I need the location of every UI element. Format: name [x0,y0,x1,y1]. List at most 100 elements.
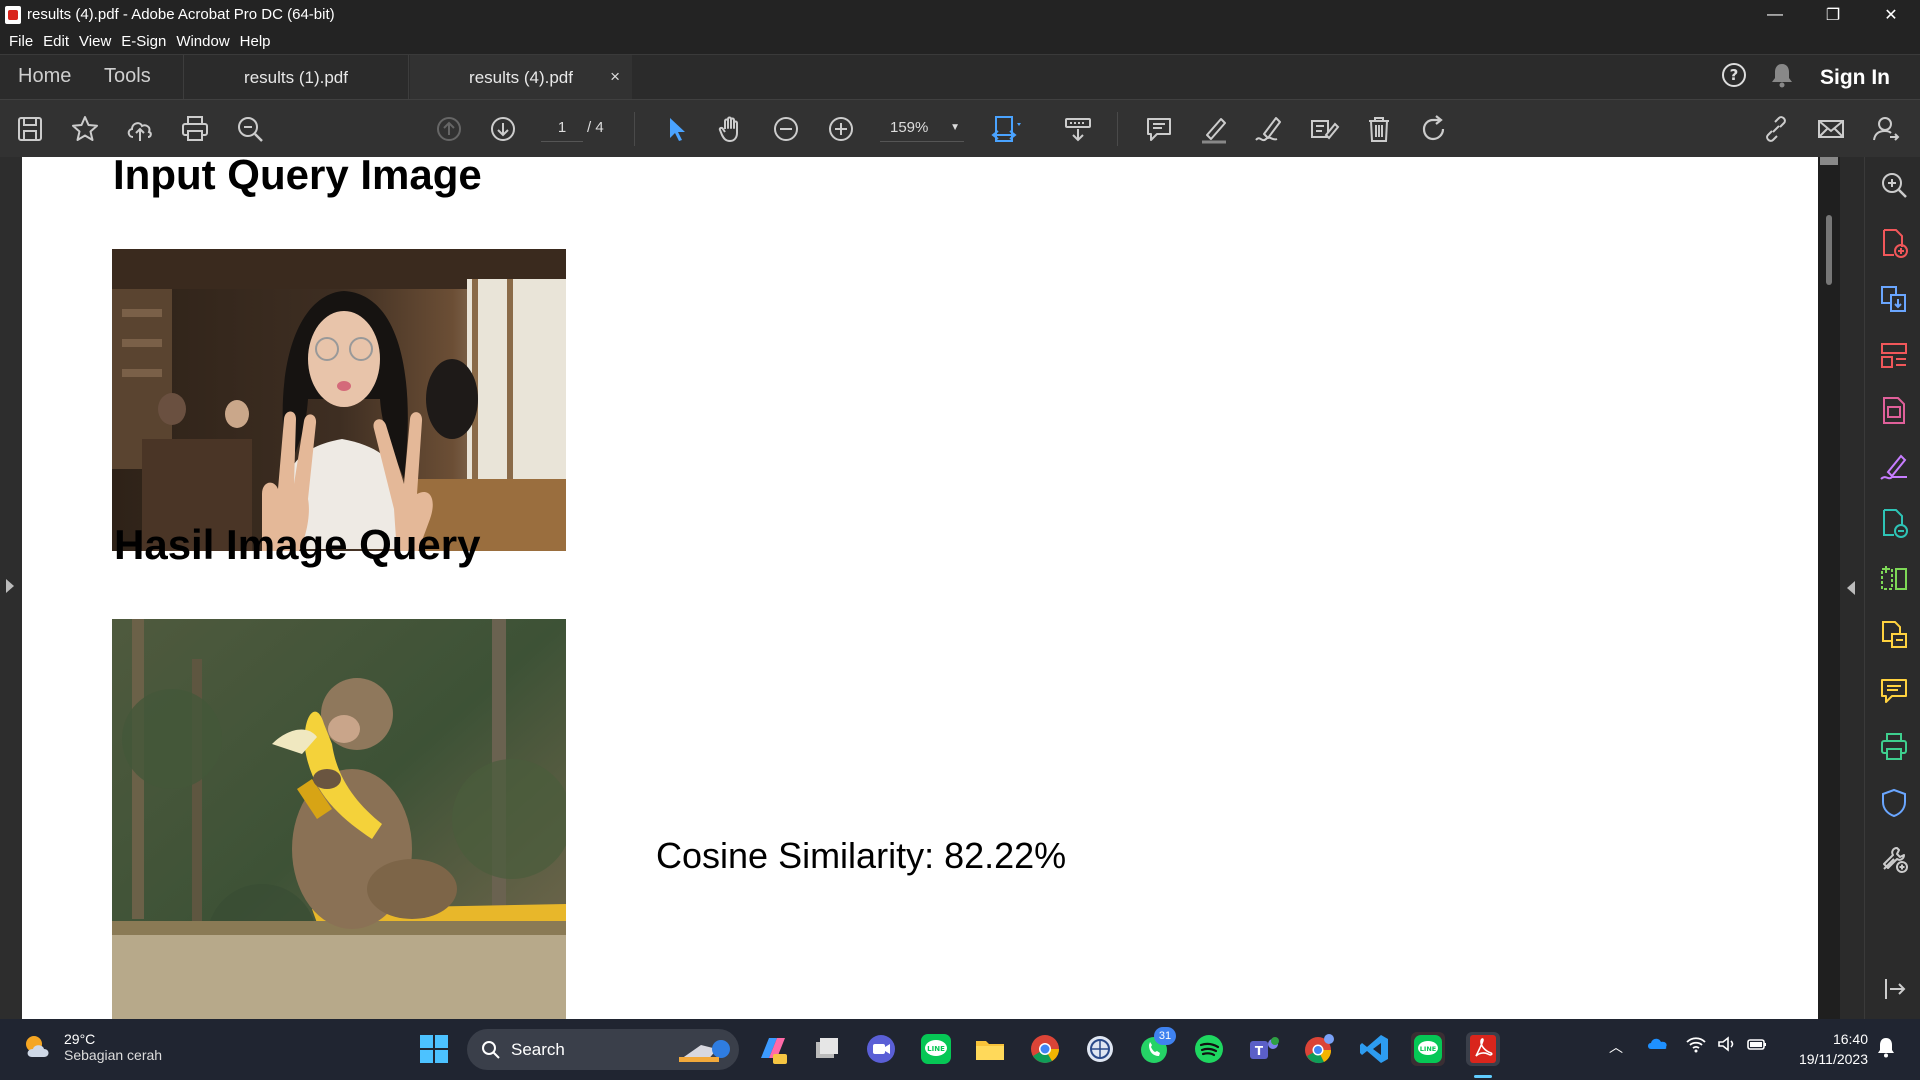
next-page-icon[interactable] [487,113,519,145]
vertical-scrollbar[interactable] [1818,157,1840,1019]
wifi-icon[interactable] [1685,1035,1707,1056]
fit-page-icon[interactable] [990,113,1022,145]
select-cursor-icon[interactable] [660,113,692,145]
bookmark-star-icon[interactable] [69,113,101,145]
zoom-in-icon[interactable] [825,113,857,145]
page-number-input[interactable]: 1 [541,114,583,142]
copilot-app-icon[interactable] [755,1032,789,1066]
tab-document-label: results (1).pdf [244,67,348,87]
svg-text:LINE: LINE [1420,1045,1436,1053]
share-user-icon[interactable] [1870,113,1902,145]
tab-document-results-4[interactable]: results (4).pdf × [410,55,632,100]
tab-document-results-1[interactable]: results (1).pdf [183,55,409,100]
acrobat-taskbar-icon[interactable] [1466,1032,1500,1066]
windows-taskbar: 29°C Sebagian cerah Search LINE 31 T LIN… [0,1019,1920,1080]
draw-signature-icon[interactable] [1253,113,1285,145]
highlight-pen-icon[interactable] [1198,113,1230,145]
active-app-indicator [1474,1075,1492,1078]
menu-view[interactable]: View [79,33,111,50]
heading-hasil-image-query: Hasil Image Query [114,521,481,568]
menu-edit[interactable]: Edit [43,33,69,50]
rotate-icon[interactable] [1418,113,1450,145]
chrome-icon[interactable] [1028,1032,1062,1066]
notification-bell-icon[interactable] [1876,1036,1896,1061]
sign-in-button[interactable]: Sign In [1820,66,1890,90]
file-explorer-icon[interactable] [973,1032,1007,1066]
line-app-active-icon[interactable]: LINE [1411,1032,1445,1066]
line-app-icon[interactable]: LINE [919,1032,953,1066]
scrolling-mode-icon[interactable] [1062,113,1094,145]
menu-window[interactable]: Window [176,33,229,50]
taskbar-search-box[interactable]: Search [467,1029,739,1070]
combine-files-icon[interactable] [1878,619,1910,651]
print-icon[interactable] [179,113,211,145]
clock-date: 19/11/2023 [1798,1051,1868,1067]
edit-text-icon[interactable] [1308,113,1340,145]
collapse-tools-panel-icon[interactable] [1878,973,1910,1005]
windows-start-icon[interactable] [417,1032,451,1066]
help-icon[interactable]: ? [1720,61,1748,94]
chrome-profile-icon[interactable] [1302,1032,1336,1066]
expand-left-panel-icon [6,579,14,593]
close-tab-icon[interactable]: × [610,67,620,87]
comment-panel-icon[interactable] [1878,675,1910,707]
vscode-icon[interactable] [1357,1032,1391,1066]
main-toolbar: 1 / 4 159% ▼ [0,99,1920,157]
task-view-icon[interactable] [810,1032,844,1066]
fill-sign-icon[interactable] [1878,451,1910,483]
find-magnifier-icon[interactable] [234,113,266,145]
spotify-icon[interactable] [1192,1032,1226,1066]
title-bar: results (4).pdf - Adobe Acrobat Pro DC (… [0,0,1920,29]
result-query-photo [112,619,566,1019]
scrollbar-thumb[interactable] [1826,215,1832,285]
hand-pan-icon[interactable] [715,113,747,145]
zoom-out-icon[interactable] [770,113,802,145]
print-production-icon[interactable] [1878,731,1910,763]
svg-text:?: ? [1730,66,1739,84]
meet-video-icon[interactable] [864,1032,898,1066]
delete-trash-icon[interactable] [1363,113,1395,145]
create-pdf-icon[interactable] [1878,227,1910,259]
request-signatures-icon[interactable] [1878,507,1910,539]
menu-file[interactable]: File [9,33,33,50]
add-comment-icon[interactable] [1143,113,1175,145]
weather-temperature: 29°C [64,1031,96,1047]
tab-home[interactable]: Home [18,65,71,88]
close-window-button[interactable]: ✕ [1862,0,1920,29]
organize-pages-icon[interactable] [1878,339,1910,371]
share-link-icon[interactable] [1760,113,1792,145]
system-clock[interactable]: 16:40 19/11/2023 [1799,1029,1868,1069]
search-icon [482,1041,500,1059]
email-envelope-icon[interactable] [1815,113,1847,145]
left-panel-toggle[interactable] [0,157,22,1019]
minimize-button[interactable]: — [1746,0,1804,29]
battery-icon[interactable] [1746,1035,1768,1056]
edit-pdf-icon[interactable] [1878,395,1910,427]
teams-icon[interactable]: T [1247,1032,1281,1066]
show-hidden-icons-chevron-icon[interactable]: ︿ [1609,1037,1623,1057]
search-highlight-illustration [679,1040,730,1062]
upload-cloud-icon[interactable] [124,113,156,145]
taskbar-search-label: Search [511,1040,565,1059]
menu-esign[interactable]: E-Sign [121,33,166,50]
compare-files-icon[interactable] [1878,563,1910,595]
volume-speaker-icon[interactable] [1716,1035,1738,1056]
weather-widget[interactable]: 29°C Sebagian cerah [22,1031,162,1063]
tab-tools[interactable]: Tools [104,65,151,88]
onedrive-cloud-icon[interactable] [1646,1035,1668,1054]
save-icon[interactable] [14,113,46,145]
right-panel-toggle[interactable] [1840,157,1864,1019]
restore-button[interactable]: ❐ [1804,0,1862,29]
protect-shield-icon[interactable] [1878,787,1910,819]
vpn-globe-icon[interactable] [1083,1032,1117,1066]
acrobat-app-icon [5,5,21,24]
svg-text:LINE: LINE [927,1045,945,1053]
menu-help[interactable]: Help [240,33,271,50]
notifications-bell-icon[interactable] [1770,62,1794,93]
export-pdf-icon[interactable] [1878,283,1910,315]
previous-page-icon[interactable] [433,113,465,145]
zoom-level-select[interactable]: 159% ▼ [880,114,964,142]
more-tools-icon[interactable] [1878,843,1910,875]
search-zoom-icon[interactable] [1878,169,1910,201]
page-total-label: / 4 [587,119,604,136]
